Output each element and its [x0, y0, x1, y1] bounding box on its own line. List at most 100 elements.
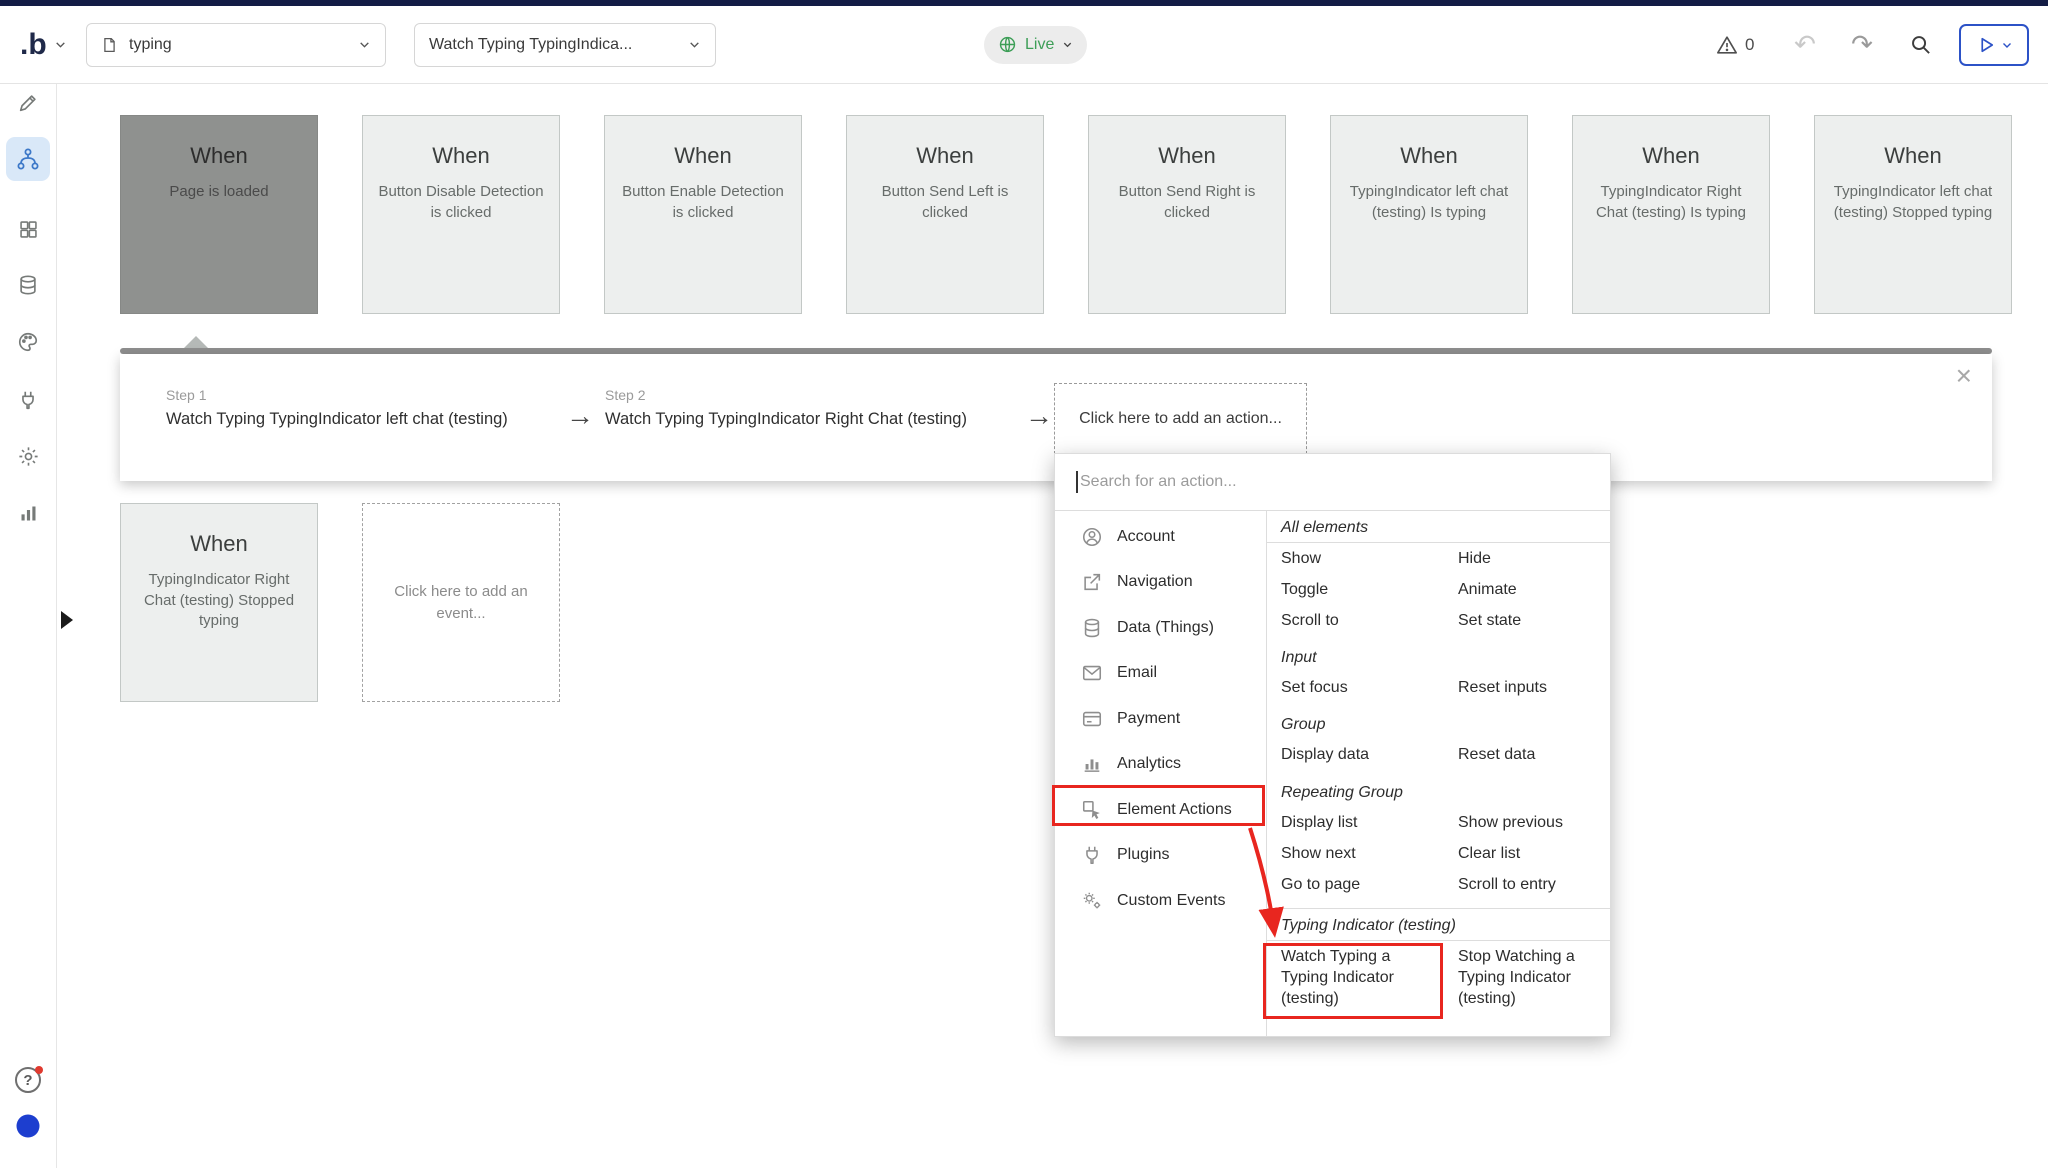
step-title[interactable]: Watch Typing TypingIndicator left chat (…	[166, 410, 508, 429]
category-label: Email	[1117, 664, 1157, 682]
sidebar-item-design[interactable]	[6, 81, 50, 125]
warning-icon	[1716, 34, 1738, 56]
event-card[interactable]: WhenButton Enable Detection is clicked	[604, 115, 802, 314]
analytics-icon	[1081, 753, 1103, 775]
action-category-account[interactable]: Account	[1055, 514, 1266, 560]
sidebar-item-workflow[interactable]	[6, 137, 50, 181]
action-item[interactable]: Scroll to	[1267, 605, 1444, 636]
event-title: When	[1344, 143, 1514, 169]
sidebar-item-data[interactable]	[6, 263, 50, 307]
step-label: Step 2	[605, 387, 967, 403]
components-icon	[18, 219, 39, 240]
category-label: Account	[1117, 528, 1175, 546]
action-category-navigation[interactable]: Navigation	[1055, 560, 1266, 606]
step-1[interactable]: Step 1 Watch Typing TypingIndicator left…	[166, 387, 508, 429]
chart-icon	[18, 503, 39, 524]
action-section-header: Group	[1267, 708, 1610, 739]
plug-icon	[17, 389, 39, 411]
action-item[interactable]: Set focus	[1267, 672, 1444, 703]
action-item[interactable]: Clear list	[1444, 838, 1610, 869]
action-search-input[interactable]: Search for an action...	[1055, 454, 1610, 511]
action-category-data-things[interactable]: Data (Things)	[1055, 605, 1266, 651]
step-2[interactable]: Step 2 Watch Typing TypingIndicator Righ…	[605, 387, 967, 429]
panel-expander-arrow[interactable]	[61, 611, 73, 629]
environment-selector[interactable]: Live	[984, 26, 1087, 64]
action-item[interactable]: Go to page	[1267, 869, 1444, 900]
action-menu-popup: Search for an action... Account Navigatio…	[1054, 453, 1611, 1037]
workflow-selector-dropdown[interactable]: Watch Typing TypingIndica...	[414, 23, 716, 67]
event-card[interactable]: WhenTypingIndicator left chat (testing) …	[1814, 115, 2012, 314]
action-item[interactable]: Animate	[1444, 574, 1610, 605]
action-sections: All elementsShowHideToggleAnimateScroll …	[1267, 511, 1610, 1036]
help-button[interactable]: ?	[15, 1067, 41, 1093]
add-event-button[interactable]: Click here to add an event...	[362, 503, 560, 702]
action-item[interactable]: Set state	[1444, 605, 1610, 636]
event-card[interactable]: WhenButton Send Right is clicked	[1088, 115, 1286, 314]
sidebar-item-plugins[interactable]	[6, 378, 50, 422]
event-subtitle: Button Send Left is clicked	[860, 182, 1030, 223]
bubble-logo: b	[20, 28, 46, 62]
event-card[interactable]: When Button Send Left is clicked	[846, 115, 1044, 314]
issues-indicator[interactable]: 0	[1716, 34, 1754, 56]
action-item[interactable]: Show next	[1267, 838, 1444, 869]
search-icon	[1909, 33, 1932, 56]
event-card[interactable]: WhenTypingIndicator Right Chat (testing)…	[1572, 115, 1770, 314]
close-panel-button[interactable]: ×	[1956, 362, 1972, 390]
sidebar-item-components[interactable]	[6, 207, 50, 251]
action-item[interactable]: Reset data	[1444, 739, 1610, 770]
event-card[interactable]: WhenTypingIndicator left chat (testing) …	[1330, 115, 1528, 314]
event-title: When	[1102, 143, 1272, 169]
action-row: Go to pageScroll to entry	[1267, 869, 1610, 900]
action-item[interactable]: Display data	[1267, 739, 1444, 770]
action-category-analytics[interactable]: Analytics	[1055, 742, 1266, 788]
search-placeholder: Search for an action...	[1080, 473, 1237, 491]
page-selector-dropdown[interactable]: typing	[86, 23, 386, 67]
action-item[interactable]: Hide	[1444, 543, 1610, 574]
action-category-payment[interactable]: Payment	[1055, 696, 1266, 742]
action-category-email[interactable]: Email	[1055, 651, 1266, 697]
action-item[interactable]: Display list	[1267, 807, 1444, 838]
action-row: ShowHide	[1267, 543, 1610, 574]
action-section-header: Input	[1267, 641, 1610, 672]
action-item[interactable]: Toggle	[1267, 574, 1444, 605]
app-logo-menu[interactable]: b	[20, 28, 67, 62]
action-item[interactable]: Watch Typing a Typing Indicator (testing…	[1267, 941, 1444, 1014]
sidebar-item-styles[interactable]	[6, 320, 50, 364]
database-icon	[17, 274, 39, 296]
event-title: When	[860, 143, 1030, 169]
chevron-down-icon	[2001, 39, 2013, 51]
search-button[interactable]	[1901, 26, 1939, 64]
sidebar-item-settings[interactable]	[6, 434, 50, 478]
step-arrow-icon: →	[1025, 400, 1053, 432]
undo-button[interactable]: ↶	[1786, 26, 1824, 64]
event-card[interactable]: When TypingIndicator Right Chat (testing…	[120, 503, 318, 702]
action-menu-body: Account NavigationData (Things) Email Payme…	[1055, 511, 1610, 1036]
action-item[interactable]: Stop Watching a Typing Indicator (testin…	[1444, 941, 1610, 1014]
action-item[interactable]: Show	[1267, 543, 1444, 574]
step-label: Step 1	[166, 387, 508, 403]
element-actions-icon	[1081, 799, 1103, 821]
action-row: Display dataReset data	[1267, 739, 1610, 770]
status-circle-button[interactable]	[17, 1115, 40, 1138]
events-row-1: WhenPage is loadedWhenButton Disable Det…	[120, 115, 2012, 314]
page-icon	[101, 35, 118, 55]
action-categories: Account NavigationData (Things) Email Payme…	[1055, 511, 1267, 1036]
redo-button[interactable]: ↷	[1843, 26, 1881, 64]
category-label: Payment	[1117, 710, 1180, 728]
action-item[interactable]: Reset inputs	[1444, 672, 1610, 703]
action-category-plugins[interactable]: Plugins	[1055, 833, 1266, 879]
action-category-element-actions[interactable]: Element Actions	[1055, 787, 1266, 833]
step-title[interactable]: Watch Typing TypingIndicator Right Chat …	[605, 410, 967, 429]
event-card[interactable]: WhenButton Disable Detection is clicked	[362, 115, 560, 314]
event-subtitle: Page is loaded	[134, 182, 304, 203]
category-label: Custom Events	[1117, 892, 1225, 910]
preview-button[interactable]	[1959, 24, 2029, 66]
action-category-custom-events[interactable]: Custom Events	[1055, 878, 1266, 924]
sidebar-item-logs[interactable]	[6, 491, 50, 535]
action-row: Scroll toSet state	[1267, 605, 1610, 636]
action-row: Display listShow previous	[1267, 807, 1610, 838]
action-item[interactable]: Show previous	[1444, 807, 1610, 838]
add-action-button[interactable]: Click here to add an action...	[1054, 383, 1307, 454]
action-item[interactable]: Scroll to entry	[1444, 869, 1610, 900]
event-card[interactable]: WhenPage is loaded	[120, 115, 318, 314]
